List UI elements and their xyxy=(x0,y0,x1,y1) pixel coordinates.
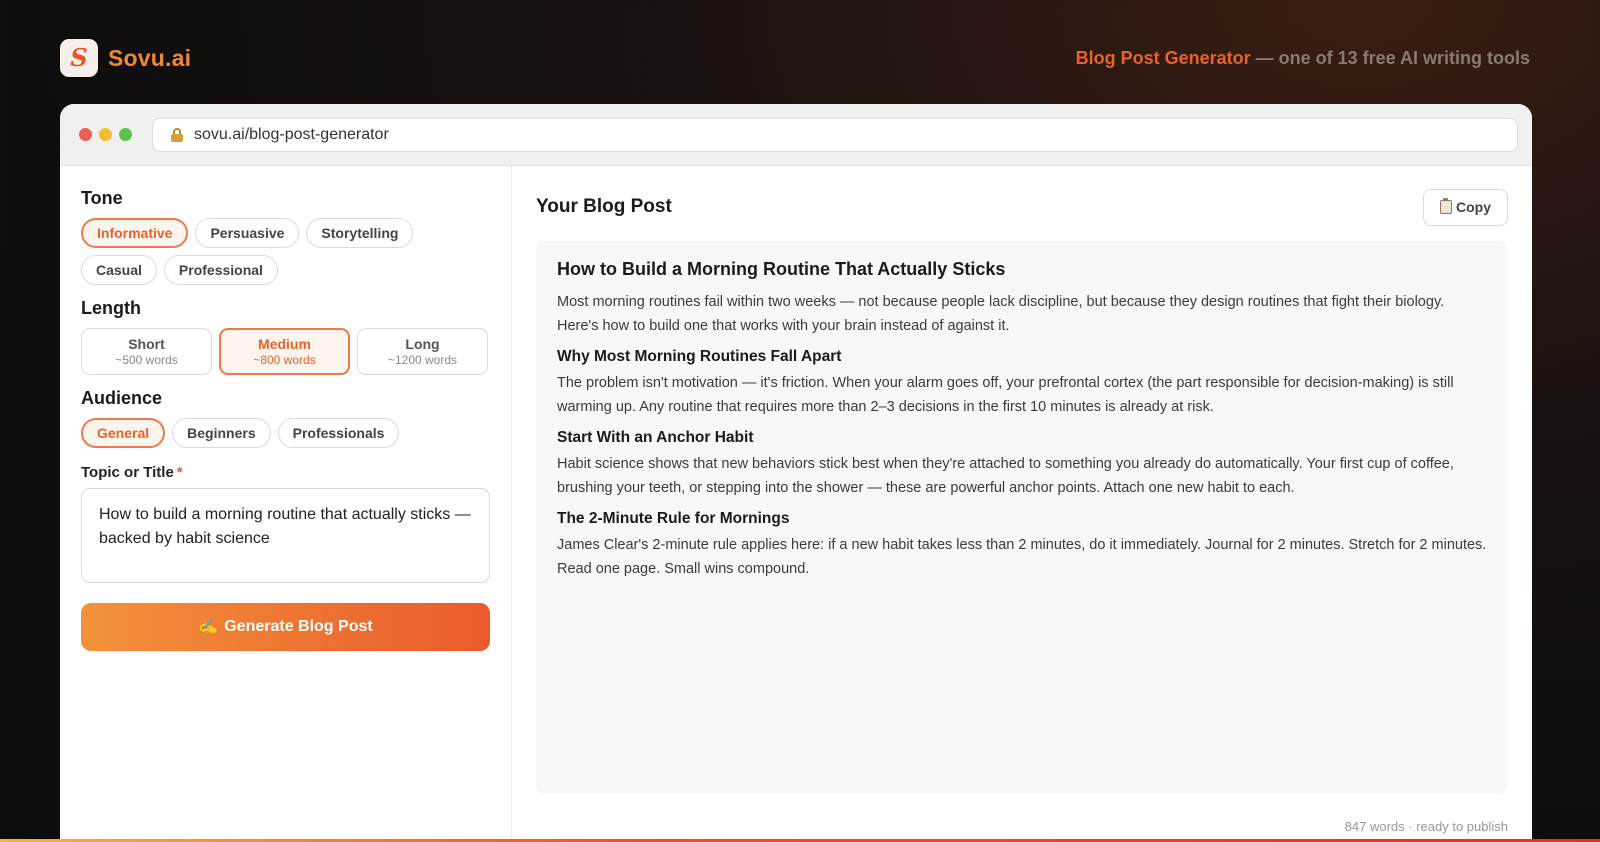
tagline: Blog Post Generator — one of 13 free AI … xyxy=(1076,48,1530,69)
address-bar[interactable]: sovu.ai/blog-post-generator xyxy=(152,117,1518,152)
logo-icon: S xyxy=(60,39,98,77)
tagline-highlight: Blog Post Generator xyxy=(1075,47,1251,68)
logo-letter: S xyxy=(70,43,88,72)
brand[interactable]: S Sovu.ai xyxy=(60,39,191,77)
topic-label-text: Topic or Title xyxy=(81,464,174,481)
tone-option-professional[interactable]: Professional xyxy=(163,255,278,285)
length-sub: ~500 words xyxy=(115,353,178,367)
required-mark: * xyxy=(176,464,183,481)
tone-option-informative[interactable]: Informative xyxy=(81,218,189,248)
tone-option-storytelling[interactable]: Storytelling xyxy=(306,218,414,248)
length-title: Length xyxy=(81,298,141,318)
section-heading: The 2-Minute Rule for Mornings xyxy=(557,510,790,527)
output-panel: Your Blog Post Copy How to Build a Morni… xyxy=(512,166,1532,842)
blog-post-output[interactable]: How to Build a Morning Routine That Actu… xyxy=(536,241,1508,794)
copy-button[interactable]: Copy xyxy=(1423,188,1508,226)
settings-panel: Tone Informative Persuasive Storytelling… xyxy=(60,166,512,842)
output-title: Your Blog Post xyxy=(536,196,672,217)
writing-hand-icon: ✍️ xyxy=(198,619,219,636)
browser-chrome: sovu.ai/blog-post-generator xyxy=(60,104,1532,166)
length-option-short[interactable]: Short ~500 words xyxy=(81,328,212,375)
length-sub: ~800 words xyxy=(253,353,316,367)
word-count-status: 847 words · ready to publish xyxy=(1344,819,1508,834)
tagline-rest: — one of 13 free AI writing tools xyxy=(1250,47,1530,68)
generate-button[interactable]: ✍️ Generate Blog Post xyxy=(81,603,490,651)
tone-options: Informative Persuasive Storytelling Casu… xyxy=(81,218,490,285)
length-option-long[interactable]: Long ~1200 words xyxy=(357,328,488,375)
top-bar: S Sovu.ai Blog Post Generator — one of 1… xyxy=(60,38,1530,78)
minimize-window-dot[interactable] xyxy=(99,128,112,141)
audience-option-beginners[interactable]: Beginners xyxy=(172,418,271,448)
tone-option-persuasive[interactable]: Persuasive xyxy=(195,218,300,248)
length-label: Short xyxy=(128,336,165,352)
topic-label: Topic or Title * xyxy=(81,464,490,481)
tone-title: Tone xyxy=(81,188,123,208)
browser-window: sovu.ai/blog-post-generator Tone Informa… xyxy=(60,104,1532,842)
length-label: Long xyxy=(405,336,440,352)
clipboard-icon xyxy=(1440,198,1452,214)
audience-options: General Beginners Professionals xyxy=(81,418,490,448)
topic-input[interactable]: How to build a morning routine that actu… xyxy=(81,488,490,583)
length-sub: ~1200 words xyxy=(387,353,458,367)
brand-name: Sovu.ai xyxy=(108,44,192,71)
close-window-dot[interactable] xyxy=(79,128,92,141)
tone-option-casual[interactable]: Casual xyxy=(81,255,157,285)
section-heading: Why Most Morning Routines Fall Apart xyxy=(557,348,842,365)
length-label: Medium xyxy=(258,336,311,352)
audience-title: Audience xyxy=(81,388,163,408)
section-heading: Start With an Anchor Habit xyxy=(557,429,754,446)
maximize-window-dot[interactable] xyxy=(119,128,132,141)
lock-icon xyxy=(171,127,183,142)
copy-label: Copy xyxy=(1456,199,1491,215)
article-title: How to Build a Morning Routine That Actu… xyxy=(557,259,1006,279)
section-body: James Clear's 2-minute rule applies here… xyxy=(557,537,1487,577)
article-intro: Most morning routines fail within two we… xyxy=(557,294,1445,334)
audience-option-general[interactable]: General xyxy=(81,418,166,448)
length-options: Short ~500 words Medium ~800 words Long … xyxy=(81,328,490,375)
section-body: Habit science shows that new behaviors s… xyxy=(557,456,1454,496)
url-text: sovu.ai/blog-post-generator xyxy=(194,125,389,143)
section-body: The problem isn't motivation — it's fric… xyxy=(557,375,1454,415)
generate-label: Generate Blog Post xyxy=(224,618,373,635)
audience-option-professionals[interactable]: Professionals xyxy=(277,418,400,448)
length-option-medium[interactable]: Medium ~800 words xyxy=(219,328,350,375)
